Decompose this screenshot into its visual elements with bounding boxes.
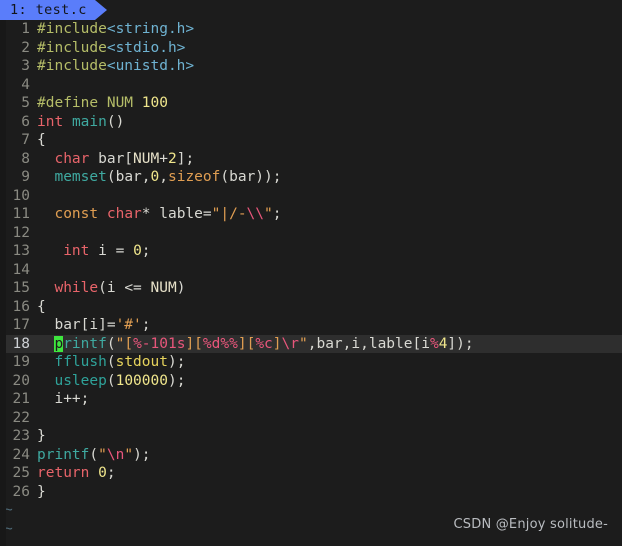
- line-content: #include<string.h>: [37, 21, 195, 37]
- code-line[interactable]: 1 #include<string.h>: [0, 20, 622, 39]
- tab-test-c[interactable]: 1: test.c: [0, 0, 95, 20]
- code-line-current[interactable]: 18 printf("[%-101s][%d%%][%c]\r",bar,i,l…: [0, 334, 622, 353]
- code-line[interactable]: 14: [0, 261, 622, 280]
- code-line[interactable]: 7 {: [0, 131, 622, 150]
- code-line[interactable]: 11 const char* lable="|/-\\";: [0, 205, 622, 224]
- code-line[interactable]: 6 int main(): [0, 113, 622, 132]
- code-line[interactable]: 2 #include<stdio.h>: [0, 39, 622, 58]
- line-content: printf("[%-101s][%d%%][%c]\r",bar,i,labl…: [54, 335, 474, 352]
- line-content: memset(bar,0,sizeof(bar));: [54, 169, 282, 185]
- text-cursor: p: [54, 335, 64, 352]
- line-content: return 0;: [37, 465, 116, 481]
- line-content: fflush(stdout);: [54, 354, 186, 370]
- code-line[interactable]: 17 bar[i]='#';: [0, 316, 622, 335]
- line-content: char bar[NUM+2];: [54, 150, 195, 167]
- watermark: CSDN @Enjoy solitude-: [453, 517, 608, 532]
- code-line[interactable]: 22: [0, 409, 622, 428]
- tab-bar: 1: test.c: [0, 0, 622, 20]
- line-content: const char* lable="|/-\\";: [54, 206, 282, 222]
- line-content: }: [37, 428, 46, 444]
- line-content: {: [37, 298, 46, 315]
- code-editor[interactable]: 1 #include<string.h> 2 #include<stdio.h>…: [0, 20, 622, 546]
- code-line[interactable]: 23 }: [0, 427, 622, 446]
- line-content: }: [37, 483, 46, 500]
- code-line[interactable]: 13 int i = 0;: [0, 242, 622, 261]
- line-content: bar[i]='#';: [37, 317, 151, 333]
- editor-left-edge-strip: [0, 20, 6, 546]
- code-line[interactable]: 10: [0, 187, 622, 206]
- line-content: while(i <= NUM): [54, 280, 186, 296]
- code-line[interactable]: 4: [0, 76, 622, 95]
- line-content: int main(): [37, 113, 125, 130]
- line-content: #define NUM 100: [37, 95, 168, 111]
- code-line[interactable]: 25 return 0;: [0, 464, 622, 483]
- code-line[interactable]: 8 char bar[NUM+2];: [0, 150, 622, 169]
- line-content: int i = 0;: [63, 243, 151, 259]
- line-content: i++;: [37, 391, 90, 407]
- code-line[interactable]: 21 i++;: [0, 390, 622, 409]
- line-content: printf("\n");: [37, 446, 151, 463]
- tab-arrow-icon: [94, 0, 107, 20]
- code-line[interactable]: 19 fflush(stdout);: [0, 353, 622, 372]
- line-content: #include<stdio.h>: [37, 39, 186, 56]
- line-content: {: [37, 132, 46, 148]
- code-line[interactable]: 9 memset(bar,0,sizeof(bar));: [0, 168, 622, 187]
- code-line[interactable]: 12: [0, 224, 622, 243]
- line-content: #include<unistd.h>: [37, 58, 195, 74]
- line-content: usleep(100000);: [54, 372, 186, 389]
- code-line[interactable]: 16 {: [0, 298, 622, 317]
- code-line[interactable]: 5 #define NUM 100: [0, 94, 622, 113]
- code-line[interactable]: 26 }: [0, 483, 622, 502]
- code-line[interactable]: 24 printf("\n");: [0, 446, 622, 465]
- code-line[interactable]: 15 while(i <= NUM): [0, 279, 622, 298]
- code-line[interactable]: 3 #include<unistd.h>: [0, 57, 622, 76]
- code-line[interactable]: 20 usleep(100000);: [0, 372, 622, 391]
